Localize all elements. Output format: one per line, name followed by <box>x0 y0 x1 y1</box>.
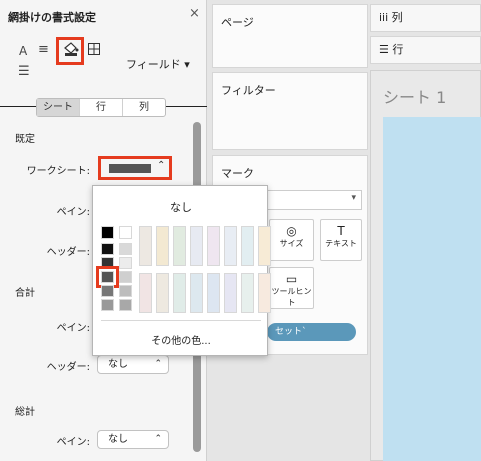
swatch-pastel[interactable] <box>156 273 169 313</box>
swatch-black[interactable] <box>101 226 114 239</box>
swatch-gray[interactable] <box>119 257 132 269</box>
swatch-gray[interactable] <box>101 299 114 311</box>
swatch-gray[interactable] <box>119 299 132 311</box>
borders-icon[interactable] <box>88 43 100 55</box>
columns-label: 列 <box>391 11 403 24</box>
rows-icon: ☰ <box>379 43 389 56</box>
default-pane-label: ペイン: <box>56 207 90 218</box>
swatch-pastel[interactable] <box>258 273 271 313</box>
grand-total-pane-select[interactable]: なし ⌃ <box>97 430 169 449</box>
size-icon: ◎ <box>286 224 297 238</box>
columns-shelf[interactable]: iii 列 <box>370 4 481 32</box>
swatch-pastel[interactable] <box>224 273 237 313</box>
total-header-select[interactable]: なし ⌃ <box>97 355 169 374</box>
swatch-gray[interactable] <box>101 243 114 255</box>
swatch-pastel[interactable] <box>190 226 203 266</box>
swatch-pastel[interactable] <box>173 273 186 313</box>
swatch-pastel[interactable] <box>241 273 254 313</box>
field-dropdown[interactable]: フィールド ▾ <box>126 56 190 72</box>
size-button[interactable]: ◎ サイズ <box>269 219 314 261</box>
swatch-white[interactable] <box>119 226 132 239</box>
sheet-canvas[interactable] <box>383 117 481 461</box>
text-icon: T <box>337 224 345 238</box>
pane-title: 網掛けの書式設定 <box>8 11 96 24</box>
tooltip-label: ツールヒント <box>271 287 312 307</box>
pages-shelf[interactable]: ページ <box>212 4 368 68</box>
section-default: 既定 <box>15 134 35 145</box>
size-label: サイズ <box>279 239 304 248</box>
tab-bar: シート 行 列 <box>36 98 166 117</box>
tableau-workspace: 網掛けの書式設定 × A ≡ ☰ フィールド ▾ シート 行 列 既定 ワークシ… <box>0 0 481 461</box>
columns-icon: iii <box>379 11 389 24</box>
no-color-option[interactable]: なし <box>93 199 269 215</box>
chevron-down-icon: ▾ <box>351 193 356 203</box>
total-header-value: なし <box>108 359 128 370</box>
sheet-title: シート 1 <box>383 88 447 107</box>
total-header-label: ヘッダー: <box>46 362 90 373</box>
tab-columns[interactable]: 列 <box>123 99 165 116</box>
filters-label: フィルター <box>221 84 276 97</box>
worksheet-label: ワークシート: <box>26 166 90 177</box>
alignment-icon[interactable]: ≡ <box>38 42 49 57</box>
total-pane-label: ペイン: <box>56 323 90 334</box>
swatch-gray[interactable] <box>101 257 114 269</box>
section-grand-total: 総計 <box>15 407 35 418</box>
grand-total-pane-label: ペイン: <box>56 437 90 448</box>
text-label: テキスト <box>325 239 357 248</box>
swatch-pastel[interactable] <box>173 226 186 266</box>
swatch-pastel[interactable] <box>139 226 152 266</box>
worksheet-color-swatch <box>109 164 151 173</box>
text-button[interactable]: T テキスト <box>320 219 362 261</box>
rows-shelf[interactable]: ☰ 行 <box>370 36 481 64</box>
pages-label: ページ <box>221 16 254 29</box>
rows-label: 行 <box>392 43 404 56</box>
swatch-pastel[interactable] <box>241 226 254 266</box>
swatch-pastel[interactable] <box>224 226 237 266</box>
worksheet-color-select[interactable]: ⌃ <box>98 156 172 180</box>
filters-shelf[interactable]: フィルター <box>212 72 368 150</box>
swatch-gray[interactable] <box>119 285 132 297</box>
mark-type-select[interactable]: ▾ <box>267 190 362 210</box>
swatch-pastel[interactable] <box>139 273 152 313</box>
tab-sheet[interactable]: シート <box>37 99 80 116</box>
chevron-updown-icon: ⌃ <box>157 160 166 171</box>
speech-bubble-icon: ▭ <box>285 272 298 286</box>
marks-label: マーク <box>221 167 254 180</box>
worksheet-view: シート 1 <box>370 70 481 461</box>
swatch-gray[interactable] <box>119 243 132 255</box>
swatch-pastel[interactable] <box>207 226 220 266</box>
swatch-gray[interactable] <box>119 271 132 283</box>
tooltip-button[interactable]: ▭ ツールヒント <box>269 267 314 309</box>
more-colors-option[interactable]: その他の色... <box>93 332 269 347</box>
swatch-pastel[interactable] <box>207 273 220 313</box>
chevron-updown-icon: ⌃ <box>154 359 162 369</box>
default-header-label: ヘッダー: <box>46 247 90 258</box>
tab-rows[interactable]: 行 <box>80 99 123 116</box>
color-picker-popup: なし その他の色... <box>92 185 271 356</box>
font-icon[interactable]: A <box>19 44 27 58</box>
chevron-updown-icon: ⌃ <box>154 434 162 444</box>
swatch-pastel[interactable] <box>156 226 169 266</box>
popup-separator <box>101 320 261 321</box>
swatch-pastel[interactable] <box>190 273 203 313</box>
set-pill[interactable]: セット` <box>267 323 356 341</box>
highlight-shading-icon <box>56 37 84 65</box>
grand-total-pane-value: なし <box>108 434 128 445</box>
swatch-pastel[interactable] <box>258 226 271 266</box>
section-total: 合計 <box>15 288 35 299</box>
swatch-gray[interactable] <box>101 285 114 297</box>
close-icon[interactable]: × <box>189 6 200 21</box>
swatch-gray[interactable] <box>96 266 119 288</box>
lines-icon[interactable]: ☰ <box>18 64 30 79</box>
